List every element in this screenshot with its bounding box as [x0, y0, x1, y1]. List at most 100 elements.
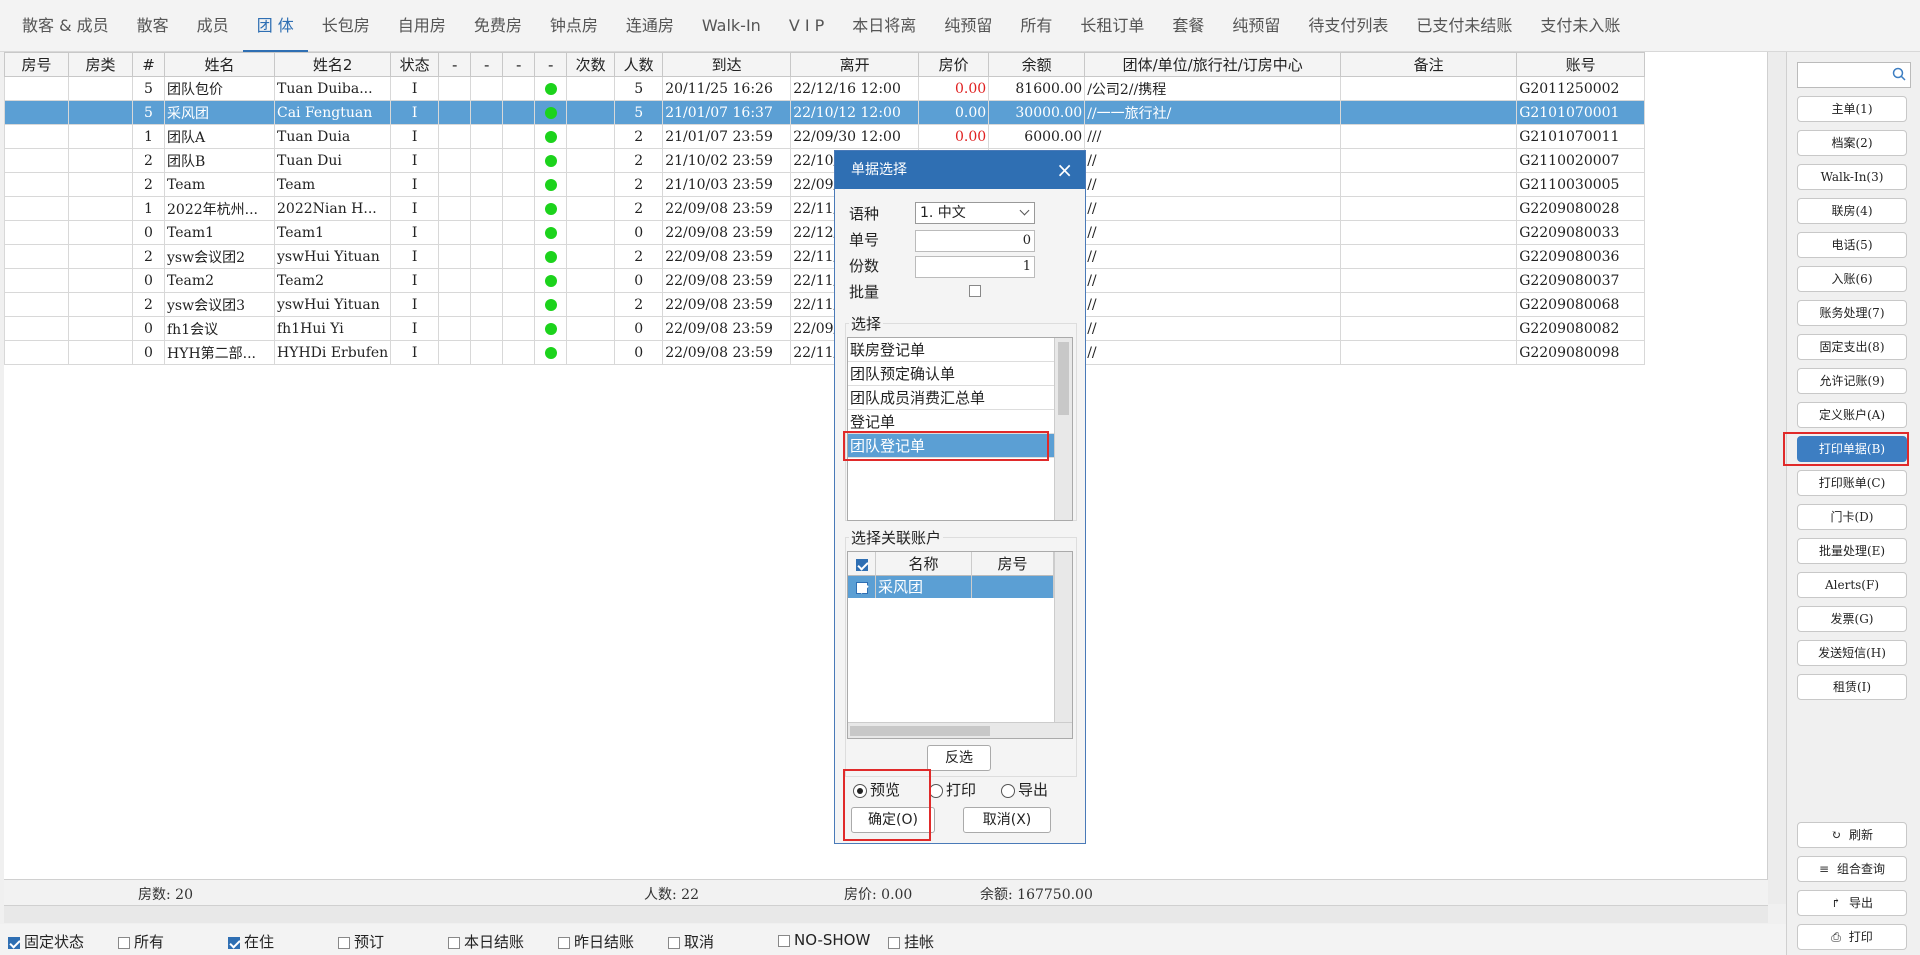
- sidebar-button-15[interactable]: 发票(G): [1797, 606, 1907, 632]
- column-header[interactable]: 房价: [918, 52, 990, 77]
- filter-checkbox[interactable]: [8, 936, 20, 949]
- accounts-vscroll[interactable]: [1054, 552, 1072, 724]
- filter-checkbox[interactable]: [668, 936, 680, 949]
- grid-horizontal-scrollbar[interactable]: [4, 905, 1768, 923]
- filter-3[interactable]: 预订: [338, 931, 384, 952]
- sidebar-action-3[interactable]: ⎙ 打印: [1797, 924, 1907, 950]
- table-row[interactable]: 0 fh1会议 fh1Hui Yi I 0 22/09/08 23:59 22/09///G…: [4, 316, 1646, 341]
- search-icon[interactable]: [1892, 67, 1906, 81]
- sidebar-search-input[interactable]: [1797, 62, 1911, 88]
- sidebar-button-17[interactable]: 租赁(I): [1797, 674, 1907, 700]
- table-row[interactable]: 2 ysw会议团2 yswHui Yituan I 2 22/09/08 23:59 22/…: [4, 244, 1646, 269]
- column-header[interactable]: 到达: [662, 52, 792, 77]
- mode-print[interactable]: 打印: [929, 779, 976, 800]
- account-row-checkbox[interactable]: [855, 581, 868, 594]
- export-radio[interactable]: [1001, 783, 1015, 798]
- tab-8[interactable]: 连通房: [612, 0, 688, 52]
- accounts-hscroll[interactable]: [848, 722, 1072, 738]
- column-header[interactable]: 账号: [1516, 52, 1646, 77]
- list-scrollbar[interactable]: [1054, 338, 1072, 520]
- table-row[interactable]: 5 采风团 Cai Fengtuan I 5 21/01/07 16:37 22/10/12…: [4, 100, 1646, 125]
- batch-checkbox[interactable]: [969, 285, 981, 297]
- tab-19[interactable]: 支付未入账: [1526, 0, 1634, 52]
- sidebar-button-5[interactable]: 入账(6): [1797, 266, 1907, 292]
- tab-16[interactable]: 纯预留: [1218, 0, 1294, 52]
- table-row[interactable]: 0 Team1 Team1 I 0 22/09/08 23:59 22/12///G2209…: [4, 220, 1646, 245]
- sidebar-button-4[interactable]: 电话(5): [1797, 232, 1907, 258]
- copies-input[interactable]: 1: [915, 256, 1035, 278]
- tab-17[interactable]: 待支付列表: [1294, 0, 1402, 52]
- column-header[interactable]: 房类: [68, 52, 133, 77]
- sidebar-button-2[interactable]: Walk-In(3): [1797, 164, 1907, 190]
- sidebar-action-0[interactable]: ↻ 刷新: [1797, 822, 1907, 848]
- sidebar-button-1[interactable]: 档案(2): [1797, 130, 1907, 156]
- language-select[interactable]: 1. 中文: [915, 202, 1035, 224]
- filter-checkbox[interactable]: [118, 936, 130, 949]
- tab-13[interactable]: 所有: [1006, 0, 1066, 52]
- column-header[interactable]: 余额: [988, 52, 1086, 77]
- filter-1[interactable]: 所有: [118, 931, 164, 952]
- document-type-list[interactable]: 联房登记单 团队预定确认单 团队成员消费汇总单 登记单 团队登记单: [847, 337, 1073, 521]
- sidebar-button-14[interactable]: Alerts(F): [1797, 572, 1907, 598]
- filter-checkbox[interactable]: [888, 936, 900, 949]
- sidebar-button-12[interactable]: 门卡(D): [1797, 504, 1907, 530]
- sidebar-button-9[interactable]: 定义账户(A): [1797, 402, 1907, 428]
- table-row[interactable]: 2 团队B Tuan Dui I 2 21/10/02 23:59 22/10///G211…: [4, 148, 1646, 173]
- filter-5[interactable]: 昨日结账: [558, 931, 634, 952]
- column-header[interactable]: 姓名2: [273, 52, 392, 77]
- tab-3[interactable]: 团 体: [242, 0, 308, 52]
- table-row[interactable]: 2 ysw会议团3 yswHui Yituan I 2 22/09/08 23:59 22/…: [4, 292, 1646, 317]
- filter-8[interactable]: 挂帐: [888, 931, 934, 952]
- table-row[interactable]: 2 Team Team I 2 21/10/03 23:59 22/09///G211003…: [4, 172, 1646, 197]
- table-row[interactable]: 1 2022年杭州... 2022Nian H... I 2 22/09/08 23:59…: [4, 196, 1646, 221]
- tab-0[interactable]: 散客 & 成员: [8, 0, 123, 52]
- tab-7[interactable]: 钟点房: [536, 0, 612, 52]
- tab-11[interactable]: 本日将离: [838, 0, 930, 52]
- column-header[interactable]: 状态: [390, 52, 440, 77]
- filter-4[interactable]: 本日结账: [448, 931, 524, 952]
- filter-checkbox[interactable]: [338, 936, 350, 949]
- tab-18[interactable]: 已支付未结账: [1402, 0, 1526, 52]
- column-header[interactable]: -: [438, 52, 472, 77]
- filter-checkbox[interactable]: [228, 936, 240, 949]
- sidebar-button-13[interactable]: 批量处理(E): [1797, 538, 1907, 564]
- column-header[interactable]: 人数: [614, 52, 664, 77]
- tab-4[interactable]: 长包房: [308, 0, 384, 52]
- column-header[interactable]: 房号: [4, 52, 69, 77]
- filter-checkbox[interactable]: [448, 936, 460, 949]
- sidebar-button-6[interactable]: 账务处理(7): [1797, 300, 1907, 326]
- sidebar-button-8[interactable]: 允许记账(9): [1797, 368, 1907, 394]
- close-icon[interactable]: ×: [1056, 151, 1073, 189]
- tab-6[interactable]: 免费房: [460, 0, 536, 52]
- grid-vertical-scrollbar[interactable]: [1768, 52, 1786, 904]
- column-header[interactable]: 次数: [566, 52, 616, 77]
- sidebar-button-11[interactable]: 打印账单(C): [1797, 470, 1907, 496]
- tab-1[interactable]: 散客: [123, 0, 183, 52]
- print-radio[interactable]: [929, 783, 943, 798]
- tab-2[interactable]: 成员: [183, 0, 243, 52]
- cancel-button[interactable]: 取消(X): [963, 807, 1051, 833]
- tab-14[interactable]: 长租订单: [1066, 0, 1158, 52]
- column-header[interactable]: 团体/单位/旅行社/订房中心: [1084, 52, 1342, 77]
- tab-5[interactable]: 自用房: [384, 0, 460, 52]
- select-all-checkbox[interactable]: [855, 558, 868, 571]
- table-row[interactable]: 0 HYH第二部... HYHDi Erbufen I 0 22/09/08 23:59 2…: [4, 340, 1646, 365]
- tab-15[interactable]: 套餐: [1158, 0, 1218, 52]
- column-header[interactable]: 备注: [1340, 52, 1518, 77]
- filter-7[interactable]: NO-SHOW: [778, 931, 870, 949]
- filter-2[interactable]: 在住: [228, 931, 274, 952]
- mode-export[interactable]: 导出: [1001, 779, 1048, 800]
- filter-6[interactable]: 取消: [668, 931, 714, 952]
- table-row[interactable]: 0 Team2 Team2 I 0 22/09/08 23:59 22/11///G2209…: [4, 268, 1646, 293]
- sidebar-button-16[interactable]: 发送短信(H): [1797, 640, 1907, 666]
- sidebar-action-2[interactable]: ↱ 导出: [1797, 890, 1907, 916]
- sidebar-button-7[interactable]: 固定支出(8): [1797, 334, 1907, 360]
- tab-10[interactable]: V I P: [775, 0, 838, 52]
- column-header[interactable]: -: [534, 52, 568, 77]
- table-row[interactable]: 采风团: [848, 576, 1054, 598]
- column-header[interactable]: 姓名: [164, 52, 275, 77]
- filter-checkbox[interactable]: [558, 936, 570, 949]
- filter-0[interactable]: 固定状态: [8, 931, 84, 952]
- list-item[interactable]: 联房登记单: [848, 338, 1054, 362]
- column-header[interactable]: -: [502, 52, 536, 77]
